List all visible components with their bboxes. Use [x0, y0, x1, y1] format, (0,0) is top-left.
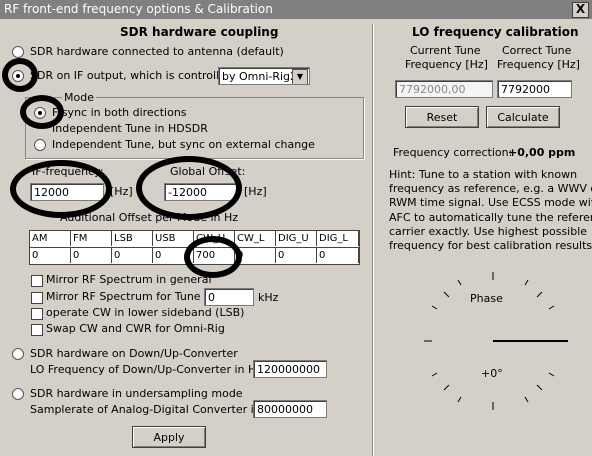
mirror-tune-input[interactable]: 0 [204, 288, 254, 306]
calculate-button[interactable]: Calculate [486, 106, 560, 128]
mode-header-cell: AM [30, 231, 71, 246]
radio-independent-sync-label: Independent Tune, but sync on external c… [52, 138, 315, 151]
correct-tune-input[interactable]: 7792000 [497, 80, 572, 98]
radio-antenna-label: SDR hardware connected to antenna (defau… [30, 45, 284, 58]
radio-independent-sync[interactable] [34, 139, 46, 151]
close-button[interactable]: X [572, 2, 589, 18]
mode-header-cell: DIG_U [276, 231, 317, 246]
radio-undersampling[interactable] [12, 388, 24, 400]
mode-value-cell[interactable]: 0 [30, 248, 71, 263]
radio-converter[interactable] [12, 348, 24, 360]
mode-value-cell[interactable]: 0 [317, 248, 359, 263]
mode-header-cell: FM [71, 231, 112, 246]
correct-tune-label-1: Correct Tune [502, 44, 572, 57]
apply-button[interactable]: Apply [132, 426, 206, 448]
annotation-circle [10, 160, 112, 218]
lo-converter-label: LO Frequency of Down/Up-Converter in Hz: [30, 363, 266, 376]
sdr-coupling-heading: SDR hardware coupling [120, 25, 279, 39]
mirror-general-label: Mirror RF Spectrum in general [46, 273, 212, 286]
lo-calibration-heading: LO frequency calibration [412, 25, 579, 39]
mirror-tune-unit: kHz [258, 291, 279, 304]
hint-line: frequency for best calibration results. [389, 239, 592, 253]
reset-button[interactable]: Reset [405, 106, 479, 128]
radio-if-output-label: SDR on IF output, which is controlled [30, 69, 233, 82]
control-select-value: by Omni-Rig2 [222, 70, 298, 83]
mirror-general-checkbox[interactable] [31, 275, 43, 287]
annotation-circle [2, 58, 38, 92]
phase-value: +0° [481, 367, 503, 380]
title-bar: RF front-end frequency options & Calibra… [0, 0, 592, 19]
samplerate-label: Samplerate of Analog-Digital Converter i… [30, 403, 282, 416]
hint-line: Hint: Tune to a station with known [389, 168, 578, 181]
radio-independent-label: Independent Tune in HDSDR [52, 122, 208, 135]
radio-sync-both-label: F sync in both directions [52, 106, 187, 119]
mode-header-cell: USB [153, 231, 194, 246]
mode-group-label: Mode [62, 91, 96, 104]
operate-cw-label: operate CW in lower sideband (LSB) [46, 306, 245, 319]
annotation-circle [136, 156, 242, 220]
correction-label: Frequency correction: [393, 146, 513, 159]
radio-undersampling-label: SDR hardware in undersampling mode [30, 387, 243, 400]
phase-dial [424, 272, 568, 410]
calibration-dialog: RF front-end frequency options & Calibra… [0, 0, 592, 456]
mode-value-cell[interactable]: 0 [276, 248, 317, 263]
panel-divider [372, 24, 373, 456]
annotation-circle [20, 95, 64, 129]
phase-label: Phase [470, 292, 503, 305]
mode-header-cell: LSB [112, 231, 153, 246]
mode-header-cell: CW_L [235, 231, 276, 246]
current-tune-input: 7792000,00 [395, 80, 493, 98]
chevron-down-icon[interactable]: ▼ [292, 69, 308, 84]
mode-value-cell[interactable]: 0 [112, 248, 153, 263]
if-frequency-unit: [Hz] [110, 185, 133, 198]
lo-converter-input[interactable]: 120000000 [253, 360, 327, 378]
window-title: RF front-end frequency options & Calibra… [4, 2, 273, 16]
samplerate-input[interactable]: 80000000 [253, 400, 327, 418]
hint-text: Hint: Tune to a station with known frequ… [389, 168, 592, 253]
control-select[interactable]: by Omni-Rig2 ▼ [218, 67, 310, 85]
mode-header-cell: DIG_L [317, 231, 359, 246]
hint-line: AFC to automatically tune the reference [389, 210, 592, 224]
swap-cw-checkbox[interactable] [31, 324, 43, 336]
mirror-tune-checkbox[interactable] [31, 292, 43, 304]
current-tune-label-1: Current Tune [410, 44, 481, 57]
mirror-tune-label: Mirror RF Spectrum for Tune >= [46, 290, 223, 303]
annotation-circle [184, 236, 242, 278]
hint-line: carrier exactly. Use highest possible [389, 224, 588, 238]
mode-value-cell[interactable]: 0 [71, 248, 112, 263]
correction-value: +0,00 ppm [508, 146, 576, 159]
hint-line: frequency as reference, e.g. a WWV or [389, 182, 592, 196]
operate-cw-checkbox[interactable] [31, 308, 43, 320]
correct-tune-label-2: Frequency [Hz] [497, 58, 580, 71]
hint-line: RWM time signal. Use ECSS mode with [389, 196, 592, 210]
global-offset-unit: [Hz] [244, 185, 267, 198]
radio-antenna[interactable] [12, 46, 24, 58]
radio-converter-label: SDR hardware on Down/Up-Converter [30, 347, 238, 360]
swap-cw-label: Swap CW and CWR for Omni-Rig [46, 322, 225, 335]
current-tune-label-2: Frequency [Hz] [405, 58, 488, 71]
